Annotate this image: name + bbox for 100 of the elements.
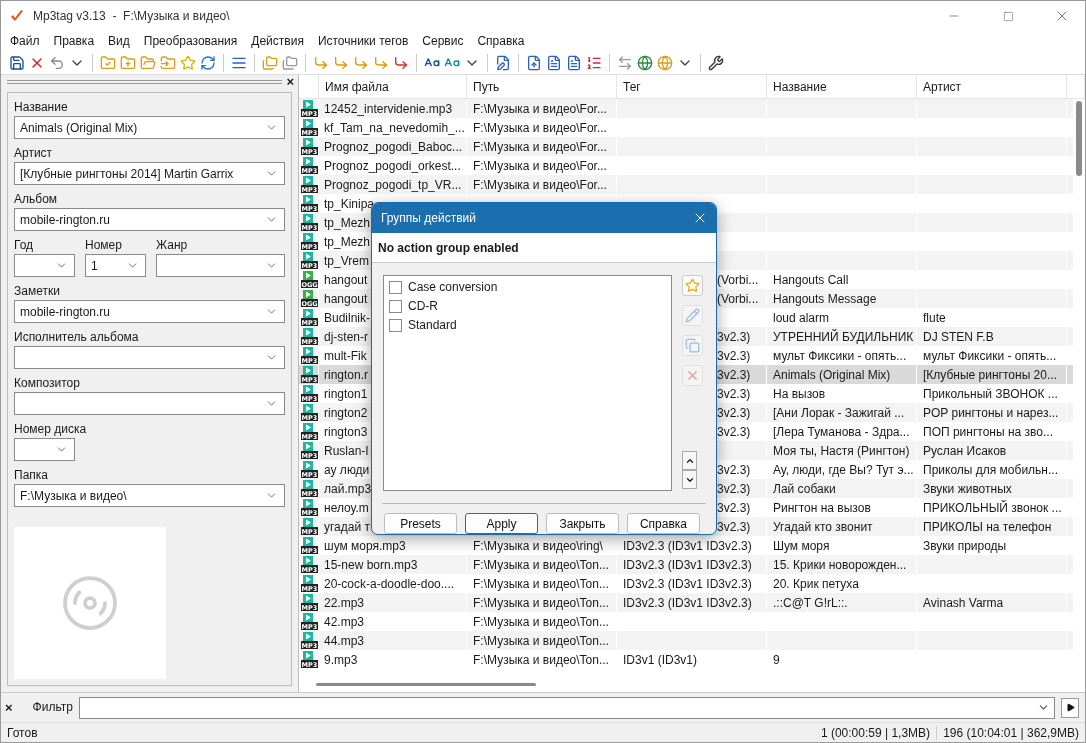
table-cell: F:\Музыка и видео\Ton... (473, 557, 609, 572)
field-label: Композитор (14, 375, 80, 392)
table-cell: Animals (Original Mix) (773, 367, 891, 382)
field-label: Заметки (14, 283, 60, 300)
table-cell: rington3 (324, 424, 368, 439)
table-cell: Рингтон на вызов (773, 500, 871, 515)
table-cell: ID3v1 (ID3v1) (623, 652, 698, 667)
table-cell: hangout (324, 291, 368, 306)
table-cell: [Клубные рингтоны 20... (923, 367, 1057, 382)
table-cell: Лай собаки (773, 481, 836, 496)
selection-info: 1 (00:00:59 | 1,3MB) (819, 725, 932, 740)
window-title: Mp3tag v3.13 - F:\Музыка и видео\ (33, 9, 231, 23)
field-label: Номер диска (14, 421, 87, 438)
dialog-title: Группы действий (381, 211, 476, 225)
table-cell: ID3v2.3 (ID3v1 ID3v2.3) (623, 538, 752, 553)
table-cell: tp_Mezh (324, 215, 371, 230)
table-cell: ПОП рингтоны на зво... (923, 424, 1053, 439)
table-cell: ПРИКОЛЬНЫЙ звонок ... (923, 500, 1062, 515)
table-cell: [Лера Туманова - Здра... (773, 424, 910, 439)
table-cell: F:\Музыка и видео\Ton... (473, 633, 609, 648)
table-cell: ID3v2.3 (ID3v1 ID3v2.3) (623, 595, 752, 610)
table-cell: F:\Музыка и видео\Ton... (473, 576, 609, 591)
table-cell: F:\Музыка и видео\ring\ (473, 538, 603, 553)
field-label: Жанр (156, 237, 188, 254)
table-cell: .::C@T G!rL::. (773, 595, 848, 610)
table-cell: 3v2.3) (717, 500, 751, 515)
table-cell: Звуки природы (923, 538, 1007, 553)
table-cell: dj-sten-r (324, 329, 368, 344)
table-cell: tp_Kinipa (324, 196, 375, 211)
table-cell: нелоу.m (324, 500, 369, 515)
table-cell: kf_Tam_na_nevedomih_... (324, 120, 465, 135)
table-cell: 3v2.3) (717, 424, 751, 439)
table-cell: Ау, люди, где Вы? Тут э... (773, 462, 914, 477)
table-cell: шум моря.mp3 (324, 538, 406, 553)
table-cell: 44.mp3 (324, 633, 365, 648)
table-cell: 22.mp3 (324, 595, 365, 610)
field-label: Год (14, 237, 34, 254)
table-cell: Hangouts Call (773, 272, 849, 287)
table-cell: Угадай кто звонит (773, 519, 873, 534)
table-cell: 42.mp3 (324, 614, 365, 629)
table-cell: 3v2.3) (717, 519, 751, 534)
table-cell: flute (923, 310, 946, 325)
table-cell: ID3v2.3 (ID3v1 ID3v2.3) (623, 576, 752, 591)
table-cell: (Vorbi... (717, 291, 759, 306)
table-cell: F:\Музыка и видео\Ton... (473, 595, 609, 610)
table-cell: F:\Музыка и видео\For... (473, 158, 607, 173)
table-cell: Руслан Исаков (923, 443, 1007, 458)
table-cell: rington.r (324, 367, 369, 382)
table-cell: 15. Крики новорожден... (773, 557, 907, 572)
table-cell: Prognoz_pogodi_orkest... (324, 158, 461, 173)
table-cell: loud alarm (773, 310, 830, 325)
table-cell: F:\Музыка и видео\For... (473, 139, 607, 154)
table-cell: ПРИКОЛЫ на телефон (923, 519, 1052, 534)
table-cell: Шум моря (773, 538, 830, 553)
table-cell: F:\Музыка и видео\For... (473, 101, 607, 116)
table-cell: 12452_intervidenie.mp3 (324, 101, 453, 116)
table-cell: Звуки животных (923, 481, 1012, 496)
table-cell: 3v2.3) (717, 329, 751, 344)
table-cell: угадай т (324, 519, 370, 534)
table-cell: мульт Фиксики - опять... (923, 348, 1057, 363)
table-cell: Ruslan-I (324, 443, 369, 458)
field-label: Название (14, 99, 68, 116)
table-cell: ID3v2.3 (ID3v1 ID3v2.3) (623, 557, 752, 572)
table-cell: 15-new born.mp3 (324, 557, 418, 572)
table-cell: 9 (773, 652, 780, 667)
table-cell: 20-cock-a-doodle-doo.... (324, 576, 455, 591)
table-cell: 20. Крик петуха (773, 576, 859, 591)
table-cell: POP рингтоны и нарез... (923, 405, 1059, 420)
table-cell: Моя ты, Настя (Рингтон) (773, 443, 910, 458)
table-cell: 3v2.3) (717, 462, 751, 477)
table-cell: F:\Музыка и видео\For... (473, 120, 607, 135)
table-cell: 3v2.3) (717, 348, 751, 363)
filter-label: Фильтр (32, 699, 73, 716)
table-cell: Prognoz_pogodi_Baboc... (324, 139, 463, 154)
field-label: Номер (85, 237, 122, 254)
total-info: 196 (10:04:01 | 362,9MB) (936, 725, 1085, 740)
table-cell: 3v2.3) (717, 481, 751, 496)
table-cell: Hangouts Message (773, 291, 877, 306)
table-cell: 9.mp3 (324, 652, 358, 667)
table-cell: Budilnik- (324, 310, 371, 325)
table-cell: rington2 (324, 405, 368, 420)
table-cell: DJ STEN F.B (923, 329, 994, 344)
field-label: Артист (14, 145, 53, 162)
table-cell: Приколы для мобильн... (923, 462, 1058, 477)
table-cell: [Ани Лорак - Зажигай ... (773, 405, 905, 420)
table-cell: 3v2.3) (717, 405, 751, 420)
table-cell: rington1 (324, 386, 368, 401)
table-cell: мульт Фиксики - опять... (773, 348, 907, 363)
table-cell: mult-Fik (324, 348, 367, 363)
table-cell: F:\Музыка и видео\Ton... (473, 614, 609, 629)
table-cell: F:\Музыка и видео\Ton... (473, 652, 609, 667)
field-label: Исполнитель альбома (14, 329, 139, 346)
table-cell: 3v2.3) (717, 386, 751, 401)
table-cell: Avinash Varma (923, 595, 1004, 610)
field-label: Папка (14, 467, 48, 484)
table-cell: УТРЕННИЙ БУДИЛЬНИК (773, 329, 914, 344)
field-label: Альбом (14, 191, 58, 208)
table-cell: hangout (324, 272, 368, 287)
table-cell: 3v2.3) (717, 367, 751, 382)
table-cell: tp_Vrem (324, 253, 369, 268)
